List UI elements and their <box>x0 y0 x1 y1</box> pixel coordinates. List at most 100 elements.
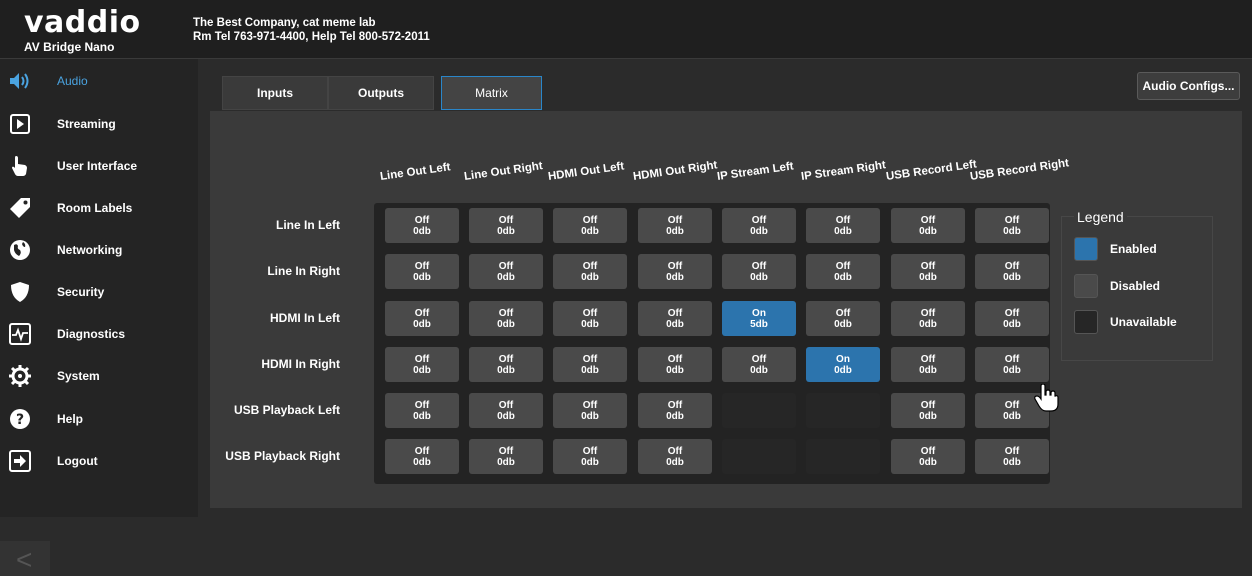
column-header: IP Stream Left <box>716 160 795 183</box>
matrix-cell[interactable]: Off 0db <box>385 254 459 289</box>
matrix-cell[interactable]: Off 0db <box>385 393 459 428</box>
cell-level: 0db <box>497 365 515 376</box>
tab-matrix[interactable]: Matrix <box>441 76 542 110</box>
matrix-cell[interactable]: Off 0db <box>722 208 796 243</box>
matrix-cell[interactable]: Off 0db <box>975 208 1049 243</box>
matrix-cell[interactable]: Off 0db <box>891 254 965 289</box>
cell-state: Off <box>920 308 936 319</box>
cell-level: 0db <box>413 457 431 468</box>
matrix-cell[interactable]: Off 0db <box>385 301 459 336</box>
matrix-cell[interactable]: Off 0db <box>553 347 627 382</box>
matrix-cell[interactable]: Off 0db <box>385 208 459 243</box>
question-icon: ? <box>9 408 31 430</box>
cell-state: Off <box>498 400 514 411</box>
matrix-cell[interactable]: Off 0db <box>638 301 712 336</box>
cell-state: Off <box>920 261 936 272</box>
cell-level: 0db <box>750 226 768 237</box>
matrix-cell-unavailable <box>722 393 796 428</box>
sidebar-item-user-interface[interactable]: User Interface <box>0 145 198 187</box>
matrix-cell[interactable]: Off 0db <box>469 347 543 382</box>
sidebar-item-help[interactable]: ? Help <box>0 398 198 440</box>
matrix-cell[interactable]: Off 0db <box>975 301 1049 336</box>
vaddio-logo: vaddio <box>24 5 141 40</box>
tab-inputs[interactable]: Inputs <box>222 76 328 110</box>
cell-state: Off <box>835 261 851 272</box>
sidebar-item-security[interactable]: Security <box>0 271 198 313</box>
matrix-cell[interactable]: Off 0db <box>553 393 627 428</box>
column-header: USB Record Left <box>885 158 978 183</box>
cell-level: 0db <box>834 365 852 376</box>
sidebar-item-diagnostics[interactable]: Diagnostics <box>0 313 198 355</box>
row-header: HDMI In Right <box>261 357 340 371</box>
matrix-cell[interactable]: Off 0db <box>891 393 965 428</box>
matrix-cell[interactable]: On 5db <box>722 301 796 336</box>
matrix-cell[interactable]: Off 0db <box>891 208 965 243</box>
cell-level: 0db <box>413 272 431 283</box>
matrix-cell[interactable]: Off 0db <box>553 254 627 289</box>
cell-level: 0db <box>497 457 515 468</box>
sidebar-item-logout[interactable]: Logout <box>0 440 198 482</box>
matrix-cell[interactable]: Off 0db <box>638 254 712 289</box>
audio-configs-button[interactable]: Audio Configs... <box>1137 72 1240 100</box>
sidebar-item-room-labels[interactable]: Room Labels <box>0 187 198 229</box>
matrix-cell[interactable]: Off 0db <box>722 347 796 382</box>
column-header: IP Stream Right <box>800 159 887 183</box>
matrix-cell[interactable]: Off 0db <box>806 254 880 289</box>
cell-state: Off <box>414 354 430 365</box>
tab-outputs[interactable]: Outputs <box>328 76 434 110</box>
matrix-cell[interactable]: Off 0db <box>469 208 543 243</box>
matrix-cell[interactable]: Off 0db <box>975 347 1049 382</box>
main-content: Inputs Outputs Matrix Audio Configs... O… <box>198 59 1252 517</box>
matrix-cell[interactable]: Off 0db <box>469 393 543 428</box>
cell-level: 5db <box>750 319 768 330</box>
matrix-cell[interactable]: Off 0db <box>891 347 965 382</box>
sidebar-item-label: Audio <box>57 74 88 88</box>
row-header: Line In Left <box>276 218 340 232</box>
cell-level: 0db <box>1003 411 1021 422</box>
sidebar-item-networking[interactable]: Networking <box>0 229 198 271</box>
cell-state: Off <box>751 215 767 226</box>
sidebar-item-system[interactable]: System <box>0 355 198 397</box>
top-bar: vaddio AV Bridge Nano The Best Company, … <box>0 0 1252 59</box>
cell-level: 0db <box>666 272 684 283</box>
matrix-cell[interactable]: Off 0db <box>806 208 880 243</box>
cell-level: 0db <box>919 411 937 422</box>
matrix-cell[interactable]: Off 0db <box>469 439 543 474</box>
matrix-cell[interactable]: Off 0db <box>638 393 712 428</box>
collapse-sidebar-button[interactable]: < <box>16 546 32 574</box>
matrix-cell[interactable]: Off 0db <box>975 254 1049 289</box>
speaker-icon <box>9 70 31 92</box>
legend-swatch-disabled <box>1074 274 1098 298</box>
cell-state: Off <box>582 446 598 457</box>
matrix-cell[interactable]: Off 0db <box>638 439 712 474</box>
sidebar-item-audio[interactable]: Audio <box>0 60 198 102</box>
sidebar-item-label: Networking <box>57 243 123 257</box>
matrix-cell[interactable]: Off 0db <box>638 347 712 382</box>
matrix-cell[interactable]: Off 0db <box>385 347 459 382</box>
legend-item-enabled: Enabled <box>1074 237 1157 261</box>
matrix-cell[interactable]: Off 0db <box>638 208 712 243</box>
matrix-cell[interactable]: Off 0db <box>975 439 1049 474</box>
row-header: HDMI In Left <box>270 311 340 325</box>
matrix-cell[interactable]: Off 0db <box>469 254 543 289</box>
legend: Legend Enabled Disabled Unavailable <box>1061 209 1213 361</box>
sidebar-item-streaming[interactable]: Streaming <box>0 103 198 145</box>
matrix-cell[interactable]: Off 0db <box>553 208 627 243</box>
cell-level: 0db <box>581 319 599 330</box>
cell-level: 0db <box>919 319 937 330</box>
cell-state: Off <box>414 446 430 457</box>
matrix-cell[interactable]: Off 0db <box>891 439 965 474</box>
cell-level: 0db <box>497 319 515 330</box>
matrix-cell[interactable]: Off 0db <box>806 301 880 336</box>
matrix-cell[interactable]: On 0db <box>806 347 880 382</box>
matrix-cell[interactable]: Off 0db <box>722 254 796 289</box>
cell-level: 0db <box>413 411 431 422</box>
matrix-cell[interactable]: Off 0db <box>553 439 627 474</box>
cell-level: 0db <box>750 272 768 283</box>
legend-swatch-enabled <box>1074 237 1098 261</box>
pulse-icon <box>9 323 31 345</box>
matrix-cell[interactable]: Off 0db <box>469 301 543 336</box>
matrix-cell[interactable]: Off 0db <box>553 301 627 336</box>
matrix-cell[interactable]: Off 0db <box>385 439 459 474</box>
matrix-cell[interactable]: Off 0db <box>891 301 965 336</box>
